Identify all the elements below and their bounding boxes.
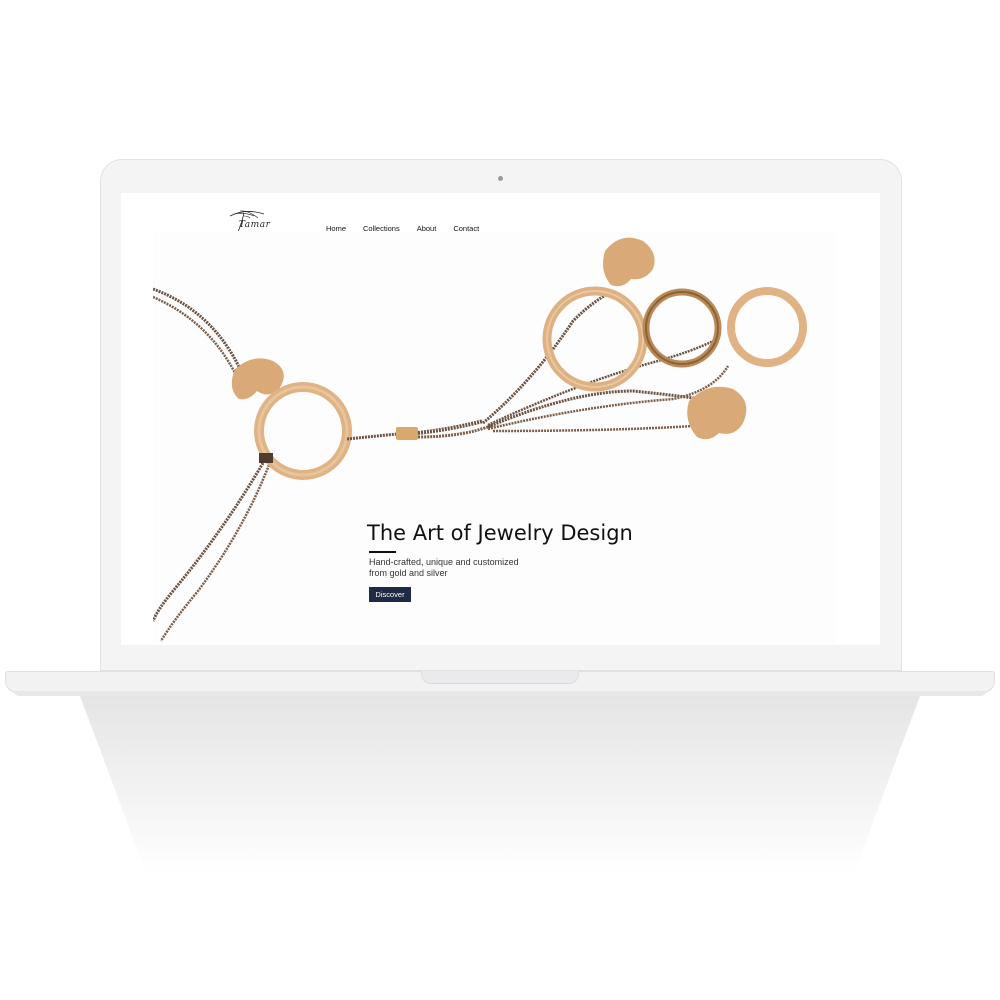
hero-subtitle: Hand-crafted, unique and customized from… xyxy=(369,557,569,579)
hero-section: The Art of Jewelry Design Hand-crafted, … xyxy=(153,231,836,645)
laptop-reflection xyxy=(80,696,920,876)
laptop-mockup: Tamar Home Collections About Contact The… xyxy=(0,0,1000,1000)
brand-name[interactable]: Tamar xyxy=(239,220,270,230)
hero-title: The Art of Jewelry Design xyxy=(367,521,633,545)
laptop-base-edge xyxy=(14,691,986,696)
title-divider xyxy=(369,551,396,553)
laptop-lid-notch xyxy=(421,671,579,684)
laptop-screen: Tamar Home Collections About Contact The… xyxy=(121,193,880,645)
webcam-icon xyxy=(498,176,503,181)
site-header: Tamar Home Collections About Contact xyxy=(121,193,880,233)
hero-subtitle-line-2: from gold and silver xyxy=(369,568,448,578)
necklace-image xyxy=(153,237,807,642)
discover-button[interactable]: Discover xyxy=(369,587,411,602)
hero-subtitle-line-1: Hand-crafted, unique and customized xyxy=(369,557,519,567)
